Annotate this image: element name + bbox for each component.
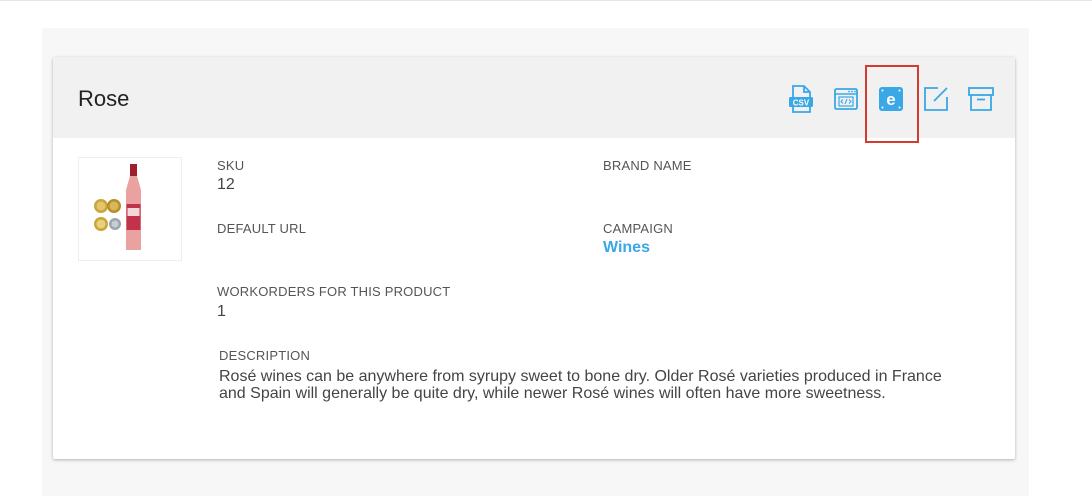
description-label: DESCRIPTION [219,348,311,363]
archive-button[interactable] [967,85,995,113]
campaign-link[interactable]: Wines [603,239,650,257]
export-csv-button[interactable]: CSV [787,85,815,113]
svg-text:CSV: CSV [793,99,810,108]
product-card: Rose CSV e SKU 12 BRAND NAME DEFAULT URL… [53,57,1015,459]
header-actions: CSV e [770,65,995,143]
embed-code-button[interactable] [832,85,860,113]
svg-text:e: e [886,90,895,109]
default-url-label: DEFAULT URL [217,221,307,236]
brand-name-label: BRAND NAME [603,158,692,173]
csv-file-icon: CSV [788,85,814,113]
product-title: Rose [78,86,130,111]
campaign-label: CAMPAIGN [603,221,673,236]
sku-label: SKU [217,158,245,173]
e-badge-icon: e [878,86,904,112]
top-divider [0,0,1092,1]
code-window-icon [833,87,859,111]
description-text: Rosé wines can be anywhere from syrupy s… [219,368,942,402]
sku-value: 12 [217,176,235,193]
edit-icon [923,86,949,112]
product-image [78,157,182,261]
e-action-button[interactable]: e [865,65,919,143]
workorders-label: WORKORDERS FOR THIS PRODUCT [217,284,451,299]
workorders-value: 1 [217,303,226,320]
card-header: Rose CSV e [53,57,1015,143]
archive-icon [968,86,994,112]
edit-button[interactable] [922,85,950,113]
wine-bottle-image [94,164,141,250]
